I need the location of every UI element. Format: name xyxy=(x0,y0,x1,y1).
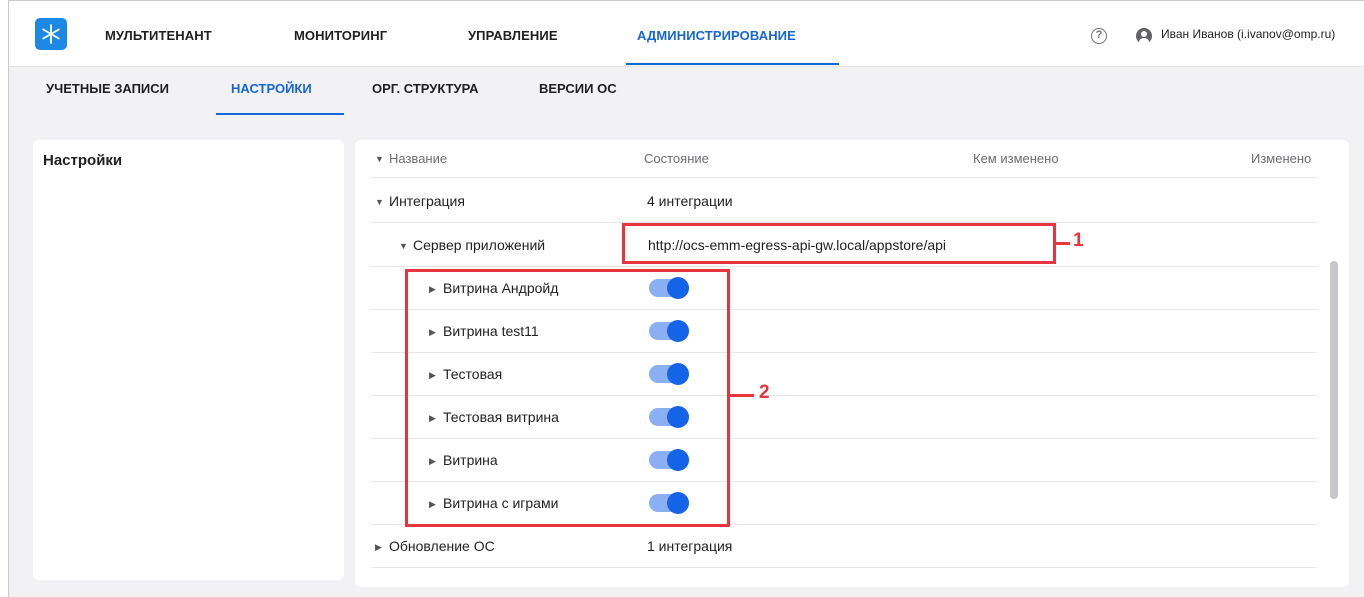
column-header-name[interactable]: ▼ Название xyxy=(375,140,447,178)
user-account-icon[interactable] xyxy=(1136,28,1152,44)
row-state: 1 интеграция xyxy=(647,538,733,554)
table-row[interactable]: ▼ Интеграция 4 интеграции xyxy=(371,180,1317,223)
tab-org-structure[interactable]: ОРГ. СТРУКТУРА xyxy=(372,81,479,96)
app-frame: МУЛЬТИТЕНАНТ МОНИТОРИНГ УПРАВЛЕНИЕ АДМИН… xyxy=(8,0,1364,597)
help-circle-icon[interactable]: ? xyxy=(1091,28,1107,44)
nav-management[interactable]: УПРАВЛЕНИЕ xyxy=(468,1,558,67)
tab-settings[interactable]: НАСТРОЙКИ xyxy=(231,81,312,96)
nav-monitoring[interactable]: МОНИТОРИНГ xyxy=(294,1,387,67)
column-header-state[interactable]: Состояние xyxy=(644,140,709,178)
row-name: Обновление ОС xyxy=(389,538,495,554)
annotation-box-2 xyxy=(405,269,730,527)
row-name: Сервер приложений xyxy=(413,237,546,253)
sidebar-title: Настройки xyxy=(43,152,123,169)
table-header-row: ▼ Название Состояние Кем изменено Изменен… xyxy=(371,140,1317,178)
table-scrollbar[interactable] xyxy=(1330,261,1338,499)
annotation-label-1: 1 xyxy=(1073,230,1084,251)
table-row[interactable]: ▶ Обновление ОС 1 интеграция xyxy=(371,525,1317,568)
nav-multitenant[interactable]: МУЛЬТИТЕНАНТ xyxy=(105,1,212,67)
user-name-label[interactable]: Иван Иванов (i.ivanov@omp.ru) xyxy=(1161,27,1335,41)
active-subtab-indicator xyxy=(216,113,344,115)
caret-down-icon[interactable]: ▼ xyxy=(399,225,413,268)
row-state: 4 интеграции xyxy=(647,193,733,209)
column-header-changed[interactable]: Изменено xyxy=(1251,140,1311,178)
app-logo-icon[interactable] xyxy=(35,18,67,50)
active-tab-indicator xyxy=(626,63,839,65)
tab-os-versions[interactable]: ВЕРСИИ ОС xyxy=(539,81,617,96)
nav-administration[interactable]: АДМИНИСТРИРОВАНИЕ xyxy=(637,1,796,67)
settings-sidebar-card: Настройки xyxy=(33,140,344,580)
annotation-box-1 xyxy=(622,223,1056,264)
row-name: Интеграция xyxy=(389,193,465,209)
annotation-label-2: 2 xyxy=(759,382,770,403)
annotation-line-1 xyxy=(1056,242,1070,245)
tab-accounts[interactable]: УЧЕТНЫЕ ЗАПИСИ xyxy=(46,81,169,96)
annotation-line-2 xyxy=(730,394,754,397)
column-header-changed-by[interactable]: Кем изменено xyxy=(973,140,1059,178)
caret-down-icon: ▼ xyxy=(375,154,384,164)
caret-down-icon[interactable]: ▼ xyxy=(375,181,389,224)
top-navigation: МУЛЬТИТЕНАНТ МОНИТОРИНГ УПРАВЛЕНИЕ АДМИН… xyxy=(9,1,1364,67)
caret-right-icon[interactable]: ▶ xyxy=(375,526,389,569)
